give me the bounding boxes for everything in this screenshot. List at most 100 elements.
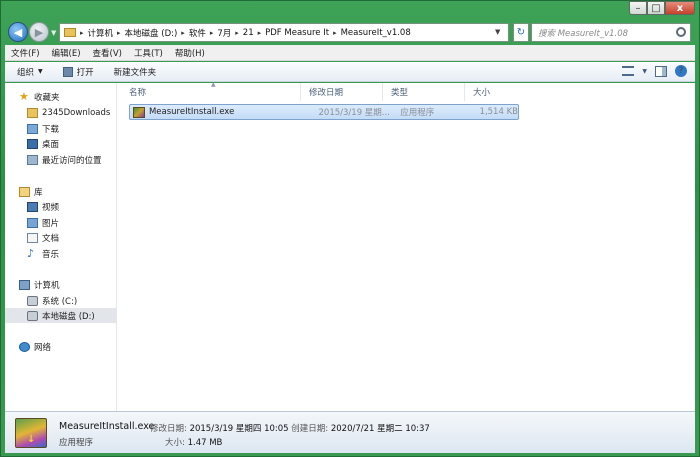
menu-edit[interactable]: 编辑(E) — [52, 47, 81, 59]
nav-item-label: 文档 — [42, 233, 60, 244]
recent-pages-dropdown-icon[interactable]: ▼ — [51, 29, 56, 37]
details-size: 大小: 1.47 MB — [165, 436, 222, 448]
main-area: ★ 收藏夹 2345Downloads 下载 桌面 最近访问的位置 库 视频 图… — [5, 81, 695, 411]
back-button[interactable]: ◀ — [8, 22, 28, 42]
address-bar[interactable]: ▸ 计算机 ▸ 本地磁盘 (D:) ▸ 软件 ▸ 7月 ▸ 21 ▸ PDF M… — [59, 23, 509, 42]
minimize-button[interactable]: – — [629, 1, 647, 15]
window-controls: – □ x — [629, 1, 695, 15]
nav-item-label: 最近访问的位置 — [42, 155, 102, 166]
nav-item-documents[interactable]: 文档 — [5, 230, 117, 245]
chevron-right-icon[interactable]: ▸ — [333, 29, 337, 37]
details-modified-label: 修改日期: — [150, 424, 187, 434]
nav-network[interactable]: 网络 — [5, 339, 117, 354]
drive-icon — [27, 310, 38, 321]
details-file-name: MeasureItInstall.exe — [59, 421, 155, 432]
forward-button[interactable]: ▶ — [29, 22, 49, 42]
menu-bar: 文件(F) 编辑(E) 查看(V) 工具(T) 帮助(H) — [5, 45, 695, 61]
file-row[interactable]: MeasureItInstall.exe 2015/3/19 星期... 应用程… — [129, 104, 519, 120]
folder-icon — [27, 107, 38, 118]
chevron-right-icon[interactable]: ▸ — [181, 29, 185, 37]
title-bar: – □ x ◀ ▶ ▼ ▸ 计算机 ▸ 本地磁盘 (D:) ▸ 软件 ▸ 7月 … — [1, 1, 700, 43]
nav-favorites-label: 收藏夹 — [34, 92, 60, 103]
address-dropdown-icon[interactable]: ▼ — [495, 28, 500, 36]
nav-item-label: 桌面 — [42, 139, 60, 150]
chevron-right-icon[interactable]: ▸ — [235, 29, 239, 37]
nav-item-drive-c[interactable]: 系统 (C:) — [5, 293, 117, 308]
chevron-right-icon[interactable]: ▸ — [258, 29, 262, 37]
chevron-right-icon[interactable]: ▸ — [210, 29, 214, 37]
drive-icon — [27, 295, 38, 306]
star-icon: ★ — [19, 89, 29, 103]
column-header-modified[interactable]: 修改日期 — [301, 83, 383, 101]
column-header-type[interactable]: 类型 — [383, 83, 465, 101]
chevron-down-icon[interactable]: ▼ — [642, 68, 647, 75]
help-icon[interactable]: ? — [675, 65, 687, 77]
details-created-value: 2020/7/21 星期二 10:37 — [330, 424, 430, 434]
menu-file[interactable]: 文件(F) — [11, 47, 40, 59]
nav-computer[interactable]: 计算机 — [5, 277, 117, 292]
menu-tools[interactable]: 工具(T) — [134, 47, 163, 59]
refresh-button[interactable]: ↻ — [513, 23, 529, 42]
picture-icon — [27, 217, 38, 228]
breadcrumb-drive-d[interactable]: 本地磁盘 (D:) — [125, 27, 178, 39]
nav-item-drive-d[interactable]: 本地磁盘 (D:) — [5, 308, 117, 323]
nav-item-label: 视频 — [42, 202, 60, 213]
arrow-left-icon: ◀ — [13, 25, 23, 39]
document-icon — [27, 232, 38, 243]
nav-item-label: 图片 — [42, 218, 60, 229]
chevron-right-icon[interactable]: ▸ — [117, 29, 121, 37]
breadcrumb-pdf-measure-it[interactable]: PDF Measure It — [265, 28, 329, 38]
maximize-button[interactable]: □ — [647, 1, 665, 15]
nav-item-music[interactable]: ♪ 音乐 — [5, 246, 117, 261]
open-button[interactable]: 打开 — [62, 66, 94, 78]
breadcrumb-21[interactable]: 21 — [243, 28, 254, 38]
explorer-window: – □ x ◀ ▶ ▼ ▸ 计算机 ▸ 本地磁盘 (D:) ▸ 软件 ▸ 7月 … — [0, 0, 700, 457]
menu-help[interactable]: 帮助(H) — [175, 47, 205, 59]
details-size-label: 大小: — [165, 438, 185, 448]
view-controls: ▼ ? — [614, 65, 687, 77]
nav-libraries[interactable]: 库 — [5, 184, 117, 199]
preview-pane-icon[interactable] — [655, 65, 667, 77]
search-icon[interactable] — [676, 27, 686, 37]
computer-icon — [19, 279, 30, 290]
breadcrumb-software[interactable]: 软件 — [189, 27, 206, 39]
nav-item-label: 音乐 — [42, 249, 60, 260]
chevron-down-icon: ▼ — [38, 68, 43, 75]
nav-item-recent-places[interactable]: 最近访问的位置 — [5, 152, 117, 167]
nav-item-downloads[interactable]: 下载 — [5, 121, 117, 136]
command-bar: 组织 ▼ 打开 新建文件夹 ▼ ? — [5, 62, 695, 82]
organize-button[interactable]: 组织 ▼ — [17, 66, 43, 78]
new-folder-button[interactable]: 新建文件夹 — [114, 66, 157, 78]
breadcrumb-measureit-folder[interactable]: MeasureIt_v1.08 — [341, 28, 411, 38]
details-created-label: 创建日期: — [291, 424, 329, 434]
open-label: 打开 — [76, 67, 94, 78]
open-icon — [62, 66, 73, 77]
nav-network-label: 网络 — [34, 342, 52, 353]
search-input[interactable]: 搜索 MeasureIt_v1.08 — [531, 23, 691, 42]
nav-item-2345downloads[interactable]: 2345Downloads — [5, 105, 117, 120]
downloads-icon — [27, 123, 38, 134]
video-icon — [27, 201, 38, 212]
nav-item-videos[interactable]: 视频 — [5, 199, 117, 214]
column-header-size[interactable]: 大小 — [465, 83, 523, 101]
nav-item-desktop[interactable]: 桌面 — [5, 136, 117, 151]
breadcrumb-july[interactable]: 7月 — [217, 27, 231, 39]
nav-item-pictures[interactable]: 图片 — [5, 215, 117, 230]
column-header-name[interactable]: 名称 — [121, 83, 301, 101]
nav-favorites[interactable]: ★ 收藏夹 — [5, 89, 117, 104]
network-icon — [19, 341, 30, 352]
file-type: 应用程序 — [400, 108, 435, 118]
chevron-right-icon[interactable]: ▸ — [80, 29, 84, 37]
change-view-icon[interactable] — [622, 66, 635, 76]
menu-view[interactable]: 查看(V) — [93, 47, 122, 59]
file-name: MeasureItInstall.exe — [148, 107, 235, 117]
details-size-value: 1.47 MB — [187, 438, 223, 448]
nav-item-label: 本地磁盘 (D:) — [42, 311, 95, 322]
folder-icon — [64, 28, 76, 37]
desktop-icon — [27, 138, 38, 149]
close-button[interactable]: x — [665, 1, 695, 15]
details-dates: 修改日期: 2015/3/19 星期四 10:05 创建日期: 2020/7/2… — [150, 422, 430, 434]
file-list: ▲ 名称 修改日期 类型 大小 MeasureItInstall.exe 201… — [121, 81, 695, 411]
breadcrumb-computer[interactable]: 计算机 — [88, 27, 114, 39]
file-size: 1,514 KB — [479, 107, 518, 117]
